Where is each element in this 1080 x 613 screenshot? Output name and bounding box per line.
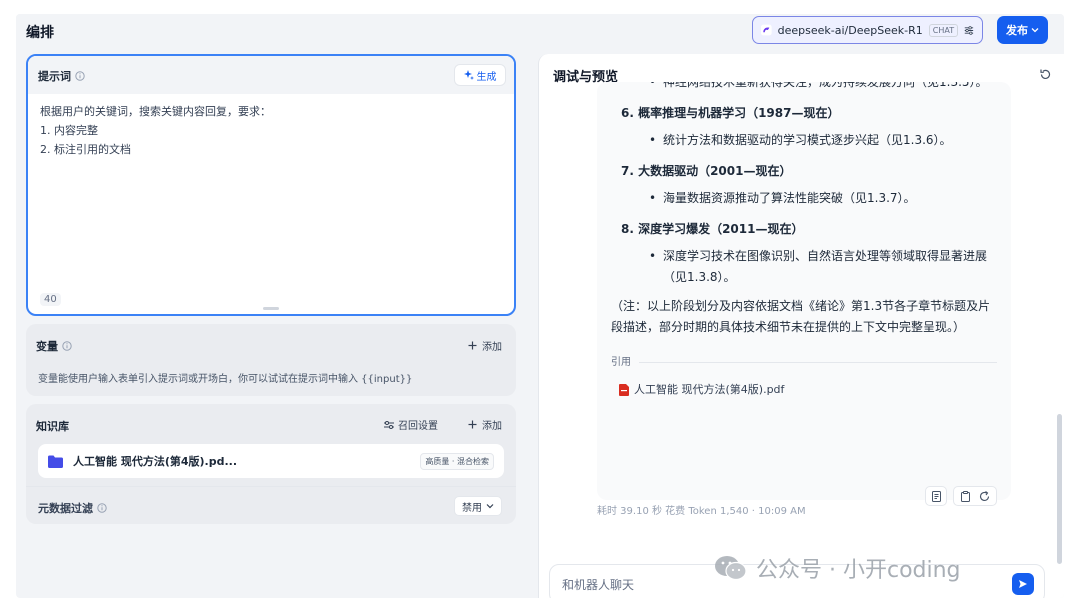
prompt-editor[interactable]: 根据用户的关键词，搜索关键内容回复，要求： 1. 内容完整 2. 标注引用的文档 bbox=[28, 94, 514, 167]
message-bullet: 海量数据资源推动了算法性能突破（见1.3.7）。 bbox=[597, 188, 1011, 209]
citation-file-name: 人工智能 现代方法(第4版).pdf bbox=[634, 383, 785, 396]
knowledge-item[interactable]: 人工智能 现代方法(第4版).pd... 高质量 · 混合检索 bbox=[38, 444, 504, 478]
assistant-message: 神经网络技术重新获得关注，成为持续发展方向（见1.3.5）。 6. 概率推理与机… bbox=[597, 82, 1011, 500]
citation-item[interactable]: 人工智能 现代方法(第4版).pdf bbox=[597, 379, 1011, 400]
add-variable-label: 添加 bbox=[482, 342, 502, 353]
prompt-line: 根据用户的关键词，搜索关键内容回复，要求： bbox=[40, 105, 271, 118]
clipboard-icon[interactable] bbox=[960, 490, 971, 502]
prompt-title: 提示词 bbox=[38, 68, 85, 84]
plus-icon bbox=[468, 420, 477, 429]
citation-label-text: 引用 bbox=[611, 357, 631, 368]
info-icon[interactable] bbox=[62, 341, 72, 351]
prompt-title-label: 提示词 bbox=[38, 70, 71, 83]
sliders-icon[interactable] bbox=[964, 24, 974, 37]
recall-settings-label: 召回设置 bbox=[398, 421, 438, 432]
page-title: 编排 bbox=[26, 25, 54, 41]
plus-icon bbox=[468, 341, 477, 350]
prompt-card: 提示词 生成 根据用户的关键词，搜索关键内容回复，要求： 1. 内容完整 2. … bbox=[26, 54, 516, 316]
variables-description: 变量能使用户输入表单引入提示词或开场白，你可以试试在提示词中输入 {{input… bbox=[38, 374, 413, 385]
regenerate-icon[interactable] bbox=[979, 490, 990, 502]
publish-label: 发布 bbox=[1006, 24, 1028, 37]
copy-regenerate-group bbox=[953, 486, 997, 506]
metadata-filter-title: 元数据过滤 bbox=[38, 500, 107, 516]
message-meta: 耗时 39.10 秒 花费 Token 1,540 · 10:09 AM bbox=[597, 506, 806, 517]
info-icon[interactable] bbox=[75, 71, 85, 81]
refresh-icon[interactable] bbox=[1039, 68, 1052, 81]
chevron-down-icon bbox=[486, 504, 494, 509]
info-icon[interactable] bbox=[97, 503, 107, 513]
add-variable-button[interactable]: 添加 bbox=[468, 338, 502, 353]
metadata-filter-select[interactable]: 禁用 bbox=[454, 496, 502, 516]
message-bullet: 神经网络技术重新获得关注，成为持续发展方向（见1.3.5）。 bbox=[597, 82, 1011, 93]
message-note: （注：以上阶段划分及内容依据文档《绪论》第1.3节各子章节标题及片段描述，部分时… bbox=[611, 299, 991, 334]
message-content: 神经网络技术重新获得关注，成为持续发展方向（见1.3.5）。 6. 概率推理与机… bbox=[597, 82, 1011, 400]
sliders-icon bbox=[384, 420, 394, 429]
message-bullet: 统计方法和数据驱动的学习模式逐步兴起（见1.3.6）。 bbox=[597, 130, 1011, 151]
metadata-filter-value: 禁用 bbox=[462, 502, 482, 514]
chevron-down-icon bbox=[1031, 28, 1039, 33]
model-type-badge: CHAT bbox=[928, 23, 959, 37]
wechat-icon bbox=[715, 556, 747, 581]
send-icon bbox=[1019, 580, 1027, 588]
add-knowledge-label: 添加 bbox=[482, 421, 502, 432]
prompt-line: 2. 标注引用的文档 bbox=[40, 143, 131, 156]
model-name: deepseek-ai/DeepSeek-R1 bbox=[777, 23, 923, 37]
message-actions bbox=[925, 486, 997, 506]
chat-input-placeholder: 和机器人聊天 bbox=[562, 577, 635, 592]
message-heading: 7. 大数据驱动（2001—现在） bbox=[621, 164, 792, 178]
sparkle-icon bbox=[463, 70, 474, 80]
metadata-filter-label: 元数据过滤 bbox=[38, 502, 93, 515]
send-button[interactable] bbox=[1012, 573, 1034, 595]
scrollbar[interactable] bbox=[1057, 414, 1062, 564]
deepseek-logo-icon bbox=[761, 24, 772, 36]
knowledge-item-name: 人工智能 现代方法(第4版).pd... bbox=[73, 455, 238, 468]
knowledge-title: 知识库 bbox=[36, 420, 69, 433]
folder-icon bbox=[48, 455, 63, 468]
retrieval-mode-badge: 高质量 · 混合检索 bbox=[420, 452, 494, 470]
watermark-text: 公众号 · 小开coding bbox=[756, 558, 961, 583]
prompt-header: 提示词 生成 bbox=[28, 56, 514, 94]
message-heading: 6. 概率推理与机器学习（1987—现在） bbox=[621, 106, 840, 120]
prompt-line: 1. 内容完整 bbox=[40, 124, 98, 137]
debug-preview-panel: 调试与预览 神经网络技术重新获得关注，成为持续发展方向（见1.3.5）。 6. … bbox=[538, 54, 1064, 598]
char-count: 40 bbox=[40, 293, 61, 306]
divider bbox=[26, 486, 516, 487]
recall-settings-button[interactable]: 召回设置 bbox=[384, 417, 438, 432]
pdf-icon bbox=[619, 383, 629, 396]
variables-title-label: 变量 bbox=[36, 340, 58, 353]
knowledge-card: 知识库 召回设置 添加 人工智能 现代方法(第4版).pd... 高质量 · 混… bbox=[26, 404, 516, 524]
document-log-icon bbox=[931, 490, 941, 502]
message-heading: 8. 深度学习爆发（2011—现在） bbox=[621, 222, 804, 236]
log-button[interactable] bbox=[925, 486, 947, 506]
watermark: 公众号 · 小开coding bbox=[714, 552, 961, 584]
publish-button[interactable]: 发布 bbox=[997, 16, 1048, 44]
citation-label: 引用 bbox=[597, 352, 1011, 373]
header: 编排 deepseek-ai/DeepSeek-R1 CHAT 发布 bbox=[16, 14, 1064, 48]
add-knowledge-button[interactable]: 添加 bbox=[468, 417, 502, 432]
app-window: 编排 deepseek-ai/DeepSeek-R1 CHAT 发布 提示词 生… bbox=[16, 14, 1064, 598]
variables-title: 变量 bbox=[36, 338, 72, 354]
message-bullet: 深度学习技术在图像识别、自然语言处理等领域取得显著进展（见1.3.8）。 bbox=[597, 246, 1011, 288]
generate-button[interactable]: 生成 bbox=[454, 64, 506, 86]
variables-card: 变量 添加 变量能使用户输入表单引入提示词或开场白，你可以试试在提示词中输入 {… bbox=[26, 324, 516, 396]
generate-label: 生成 bbox=[476, 71, 497, 83]
model-selector[interactable]: deepseek-ai/DeepSeek-R1 CHAT bbox=[752, 16, 983, 44]
resize-handle[interactable] bbox=[263, 307, 279, 310]
